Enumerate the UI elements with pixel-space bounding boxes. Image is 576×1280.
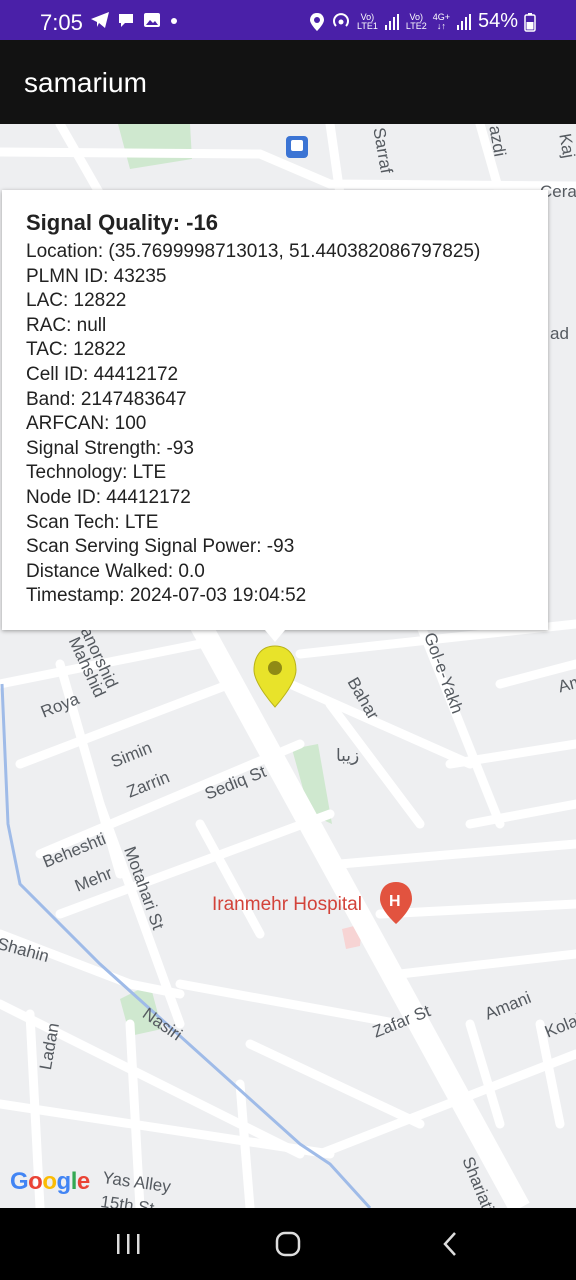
chat-icon [119,14,133,27]
home-icon[interactable] [268,1226,308,1262]
info-tac: TAC: 12822 [26,339,126,361]
signal-bars-icon [456,13,471,30]
info-location: Location: (35.7699998713013, 51.44038208… [26,241,481,262]
info-scan-serving-power: Scan Serving Signal Power: -93 [26,536,295,558]
gallery-icon [144,13,160,27]
info-cell-id: Cell ID: 44412172 [26,363,179,385]
hotspot-icon [333,12,349,27]
info-node-id: Node ID: 44412172 [26,486,191,508]
battery-icon [524,12,536,32]
battery-percent: 54% [477,10,518,32]
volte2-signal-icon: Vo) LTE2 [405,11,427,31]
telegram-icon [91,12,109,28]
status-time: 7:05 [40,10,83,35]
status-right: Vo) LTE1 Vo) LTE2 4G+ ↓↑ 54% [309,10,536,33]
map-view[interactable]: H Sarraf azdi Kaj Cera ad anorshid Mahsh… [0,124,576,1208]
signal-quality-title: Signal Quality: -16 [26,210,218,235]
recents-icon[interactable] [108,1226,148,1262]
signal-bars-icon [384,13,399,30]
status-bar: 7:05 Vo) LTE1 Vo) LTE2 4G+ ↓↑ 54% [0,0,576,40]
info-signal-strength: Signal Strength: -93 [26,437,194,459]
volte1-signal-icon: Vo) LTE1 [357,11,378,31]
info-rac: RAC: null [26,314,107,336]
info-distance-walked: Distance Walked: 0.0 [26,560,205,582]
4g-signal-icon: 4G+ ↓↑ [432,11,450,31]
street-label: Kaj [555,132,576,160]
app-title: samarium [24,67,147,98]
info-technology: Technology: LTE [26,462,167,484]
svg-text:H: H [389,893,401,910]
hospital-label[interactable]: Iranmehr Hospital [212,894,362,916]
info-band: Band: 2147483647 [26,388,187,410]
info-scan-tech: Scan Tech: LTE [26,511,159,533]
dot-icon [171,18,177,24]
street-label: زیبا [336,746,360,765]
info-plmn-id: PLMN ID: 43235 [26,265,167,287]
info-arfcan: ARFCAN: 100 [26,413,147,435]
google-logo: Google [10,1168,90,1195]
marker-info-window[interactable]: Signal Quality: -16 Location: (35.769999… [2,190,548,630]
app-bar: samarium [0,40,576,124]
system-nav-bar [0,1208,576,1280]
back-icon[interactable] [430,1226,470,1262]
info-timestamp: Timestamp: 2024-07-03 19:04:52 [26,585,307,607]
location-icon [310,12,325,31]
info-lac: LAC: 12822 [26,290,127,312]
info-window-pointer [265,630,285,642]
notification-icons [90,11,180,29]
street-label: ad [550,324,569,343]
